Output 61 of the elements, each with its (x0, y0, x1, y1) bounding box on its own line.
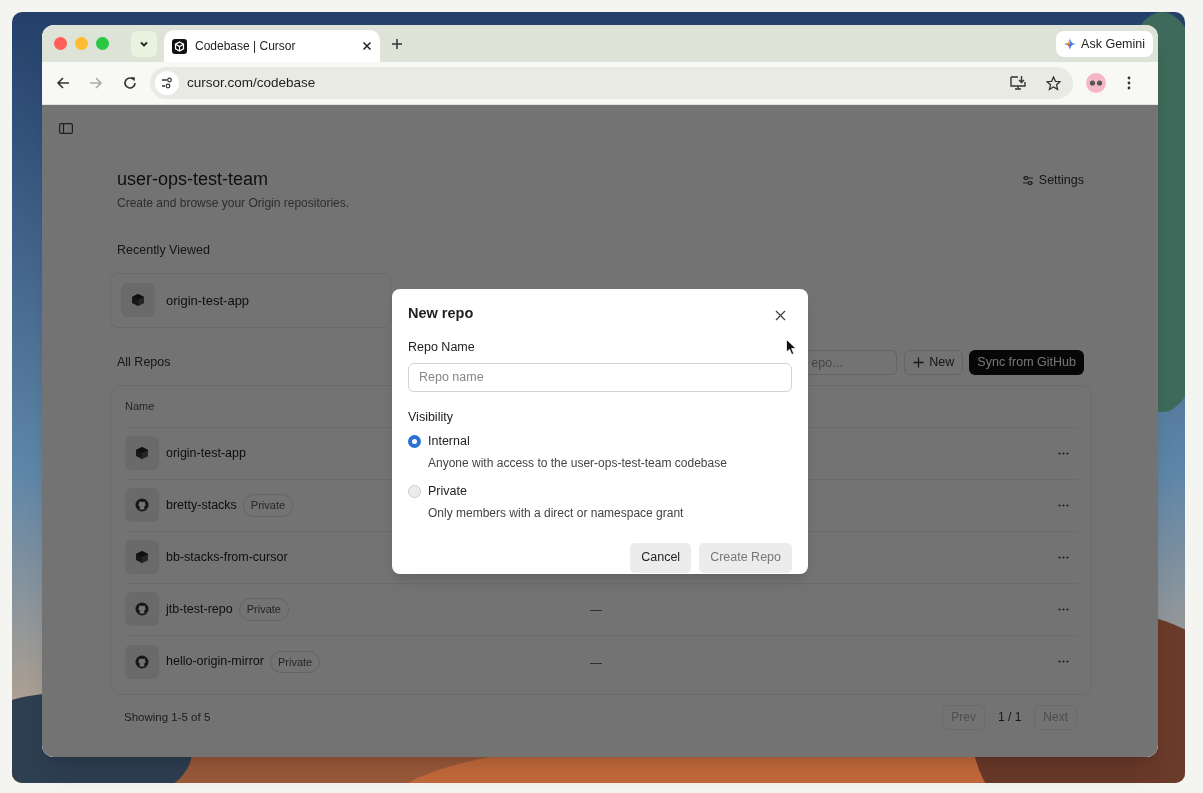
option-description: Only members with a direct or namespace grant (428, 504, 685, 522)
url-text: cursor.com/codebase (187, 73, 317, 92)
cursor-icon (786, 339, 797, 356)
table-cell: — (590, 603, 602, 618)
cat-icon (135, 602, 149, 617)
cube-icon (135, 446, 149, 461)
plus-icon (913, 357, 925, 369)
repo-name: bb-stacks-from-cursor (166, 548, 288, 566)
dialog-title: New repo (408, 304, 474, 323)
star-icon[interactable] (1046, 75, 1061, 91)
radio-button[interactable] (408, 484, 421, 498)
cube-logo-icon (172, 38, 187, 54)
repo-name: jtb-test-repo (166, 600, 233, 618)
sliders-icon (161, 77, 173, 89)
cube-icon (135, 550, 149, 565)
radio-label: Private (428, 483, 467, 500)
site-info-button[interactable] (155, 71, 179, 95)
sidebar-toggle-icon[interactable] (59, 123, 73, 134)
back-icon[interactable] (56, 76, 70, 90)
pagination-summary: Showing 1-5 of 5 (124, 709, 212, 725)
sync-button[interactable]: Sync from GitHub (969, 350, 1084, 376)
new-button[interactable]: New (904, 350, 964, 376)
address-bar[interactable]: cursor.com/codebase (150, 67, 1073, 99)
new-tab-icon[interactable] (391, 38, 403, 50)
tab-title: Codebase | Cursor (195, 38, 297, 55)
section-heading: All Repos (117, 354, 172, 372)
field-label: Visibility (408, 408, 453, 426)
close-icon[interactable] (362, 41, 372, 51)
cube-icon (131, 293, 145, 308)
column-header: Name (125, 399, 155, 414)
cat-icon (135, 654, 149, 669)
recent-repo-card[interactable]: origin-test-app (110, 272, 391, 328)
cat-icon (135, 498, 149, 513)
reload-icon[interactable] (123, 76, 137, 90)
close-icon[interactable] (775, 310, 786, 322)
section-heading: Recently Viewed (116, 242, 211, 259)
option-description: Anyone with access to the user-ops-test-team codebase (428, 455, 728, 472)
settings-button[interactable]: Settings (1021, 171, 1084, 190)
repo-name: origin-test-app (166, 444, 246, 462)
page-subtitle: Create and browse your Origin repositories. (117, 195, 350, 212)
settings-icon (1021, 174, 1034, 186)
ask-gemini-button[interactable]: Ask Gemini (1056, 31, 1153, 57)
repo-name: origin-test-app (166, 291, 250, 310)
avatar-icon[interactable] (1086, 73, 1106, 93)
more-icon[interactable] (1127, 76, 1131, 90)
page-indicator: 1 / 1 (997, 709, 1022, 727)
radio-button[interactable] (408, 435, 421, 449)
close-window-button[interactable] (54, 37, 67, 50)
repo-name: bretty-stacks (166, 496, 237, 514)
browser-tab[interactable]: Codebase | Cursor (164, 30, 380, 62)
cancel-button[interactable]: Cancel (630, 542, 692, 573)
chevron-down-icon (139, 39, 149, 49)
sparkle-icon (1064, 38, 1077, 50)
field-label: Repo Name (408, 338, 475, 356)
install-icon[interactable] (1010, 76, 1026, 90)
page-title: user-ops-test-team (117, 168, 270, 190)
repo-name: hello-origin-mirror (166, 653, 264, 671)
repo-name-field[interactable]: Repo name (408, 362, 792, 392)
table-cell: — (590, 655, 602, 670)
radio-label: Internal (428, 433, 470, 451)
tab-search-button[interactable] (131, 31, 157, 57)
